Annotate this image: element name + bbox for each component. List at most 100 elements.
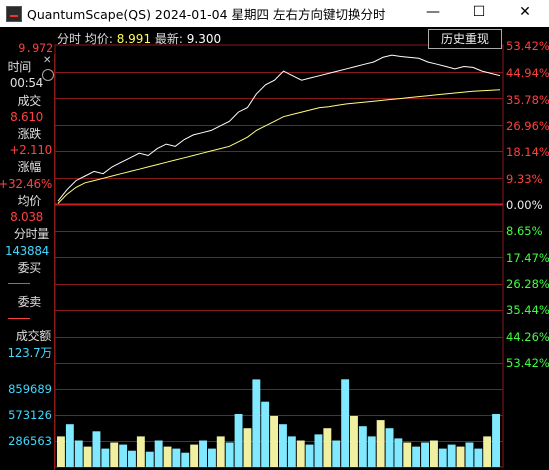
amount-label: 成交额: [15, 329, 51, 343]
window-title: QuantumScape(QS) 2024-01-04 星期四 左右方向键切换分…: [27, 7, 386, 22]
volume-tick-mid: 573126: [8, 408, 52, 422]
volume-bar: [287, 436, 296, 467]
volume-bar: [65, 424, 74, 467]
minimize-button[interactable]: —: [410, 0, 456, 27]
volume-bar: [376, 420, 385, 467]
avg-label: 均价:: [84, 32, 113, 46]
volume-bar: [403, 442, 412, 467]
volume-bar: [74, 440, 83, 467]
volume-bar: [305, 444, 314, 467]
volume-bar: [341, 379, 350, 467]
volume-bar: [421, 442, 429, 467]
axis-zero: 0.00%: [506, 198, 543, 212]
volume-bar: [110, 442, 119, 467]
history-replay-button[interactable]: 历史重现: [428, 29, 502, 49]
volume-bar: [57, 436, 65, 467]
volume-bar: [474, 448, 483, 467]
volume-bar: [199, 440, 207, 467]
volume-bar: [190, 444, 199, 467]
volume-bar: [323, 428, 332, 467]
volume-bar: [492, 414, 500, 467]
chart-window: 分时 均价: 8.991 最新: 9.300 历史重现 9.972 ✕ 时间 0…: [0, 27, 549, 470]
volume-bar: [438, 448, 447, 467]
volume-bar: [483, 436, 492, 467]
volume-bar: [181, 452, 190, 467]
volume-bar: [314, 434, 323, 467]
volume-bar: [243, 428, 252, 467]
volume-bar: [119, 444, 128, 467]
time-value: 00:54: [9, 76, 43, 90]
trade-value: 8.610: [10, 110, 43, 124]
pct-value: +32.46%: [0, 177, 52, 191]
axis-up-2: 44.94%: [506, 66, 549, 80]
volume-bar: [163, 446, 172, 467]
axis-up-4: 26.96%: [506, 119, 549, 133]
volume-bar: [412, 446, 421, 467]
intraday-chart[interactable]: [0, 27, 549, 470]
volume-bar: [367, 436, 376, 467]
volume-bar: [225, 442, 234, 467]
volume-bar: [92, 431, 101, 467]
volume-bar: [270, 416, 278, 467]
volume-bar: [465, 442, 474, 467]
ask-label: 委卖: [17, 295, 42, 309]
volume-bar: [358, 426, 367, 467]
change-label: 涨跌: [17, 127, 42, 141]
volume-bar: [216, 436, 225, 467]
axis-down-4: 35.44%: [506, 303, 549, 317]
panel-divider: [54, 54, 55, 470]
volume-bar: [234, 414, 243, 467]
volume-bar: [394, 438, 403, 467]
gear-icon[interactable]: [42, 69, 54, 81]
avg-value: 8.038: [10, 210, 43, 224]
close-button[interactable]: ✕: [502, 0, 548, 27]
latest-value: 9.300: [186, 32, 222, 46]
volume-bar: [430, 440, 438, 467]
axis-down-5: 44.26%: [506, 330, 549, 344]
volume-bar: [447, 444, 456, 467]
volume-bar: [172, 448, 181, 467]
trade-label: 成交: [17, 94, 42, 108]
axis-down-1: 8.65%: [506, 224, 543, 238]
volume-bar: [385, 428, 394, 467]
volume-bar: [456, 446, 465, 467]
volume-tick-high: 859689: [8, 382, 52, 396]
maximize-button[interactable]: ☐: [456, 0, 502, 27]
volume-bar: [101, 448, 110, 467]
app-icon: [6, 6, 22, 22]
avg-value: 8.991: [116, 32, 152, 46]
bid-placeholder: [8, 283, 30, 284]
amount-value: 123.7万: [7, 346, 52, 360]
price-line: [57, 54, 501, 202]
volume-bar: [296, 440, 305, 467]
volume-bar: [279, 424, 287, 467]
bid-label: 委买: [17, 261, 42, 275]
volume-bar: [252, 379, 261, 467]
axis-down-6: 53.42%: [506, 356, 549, 370]
axis-up-6: 9.33%: [506, 172, 543, 186]
ask-placeholder: [8, 318, 30, 319]
axis-up-3: 35.78%: [506, 93, 549, 107]
axis-up-1: 53.42%: [506, 39, 549, 53]
time-label: 时间: [7, 60, 32, 74]
minute-volume-label: 分时量: [13, 227, 49, 241]
minute-volume-value: 143884: [4, 244, 49, 258]
volume-tick-low: 286563: [8, 434, 52, 448]
volume-bar: [136, 436, 145, 467]
header-info: 分时 均价: 8.991 最新: 9.300: [57, 30, 221, 47]
top-price: 9.972: [18, 41, 53, 55]
axis-up-5: 18.14%: [506, 145, 549, 159]
pct-label: 涨幅: [17, 160, 42, 174]
axis-down-2: 17.47%: [506, 251, 549, 265]
latest-label: 最新:: [154, 32, 183, 46]
close-icon[interactable]: ✕: [43, 56, 53, 66]
volume-bar: [145, 451, 154, 467]
volume-bar: [154, 440, 163, 467]
volume-bar: [350, 416, 358, 467]
volume-bar: [332, 440, 341, 467]
volume-bar: [83, 446, 92, 467]
chart-frame: [54, 44, 504, 468]
info-panel: 9.972 ✕ 时间 00:54 成交 8.610 涨跌 +2.110 涨幅 +…: [0, 27, 55, 470]
volume-bar: [208, 448, 216, 467]
axis-down-3: 26.28%: [506, 277, 549, 291]
